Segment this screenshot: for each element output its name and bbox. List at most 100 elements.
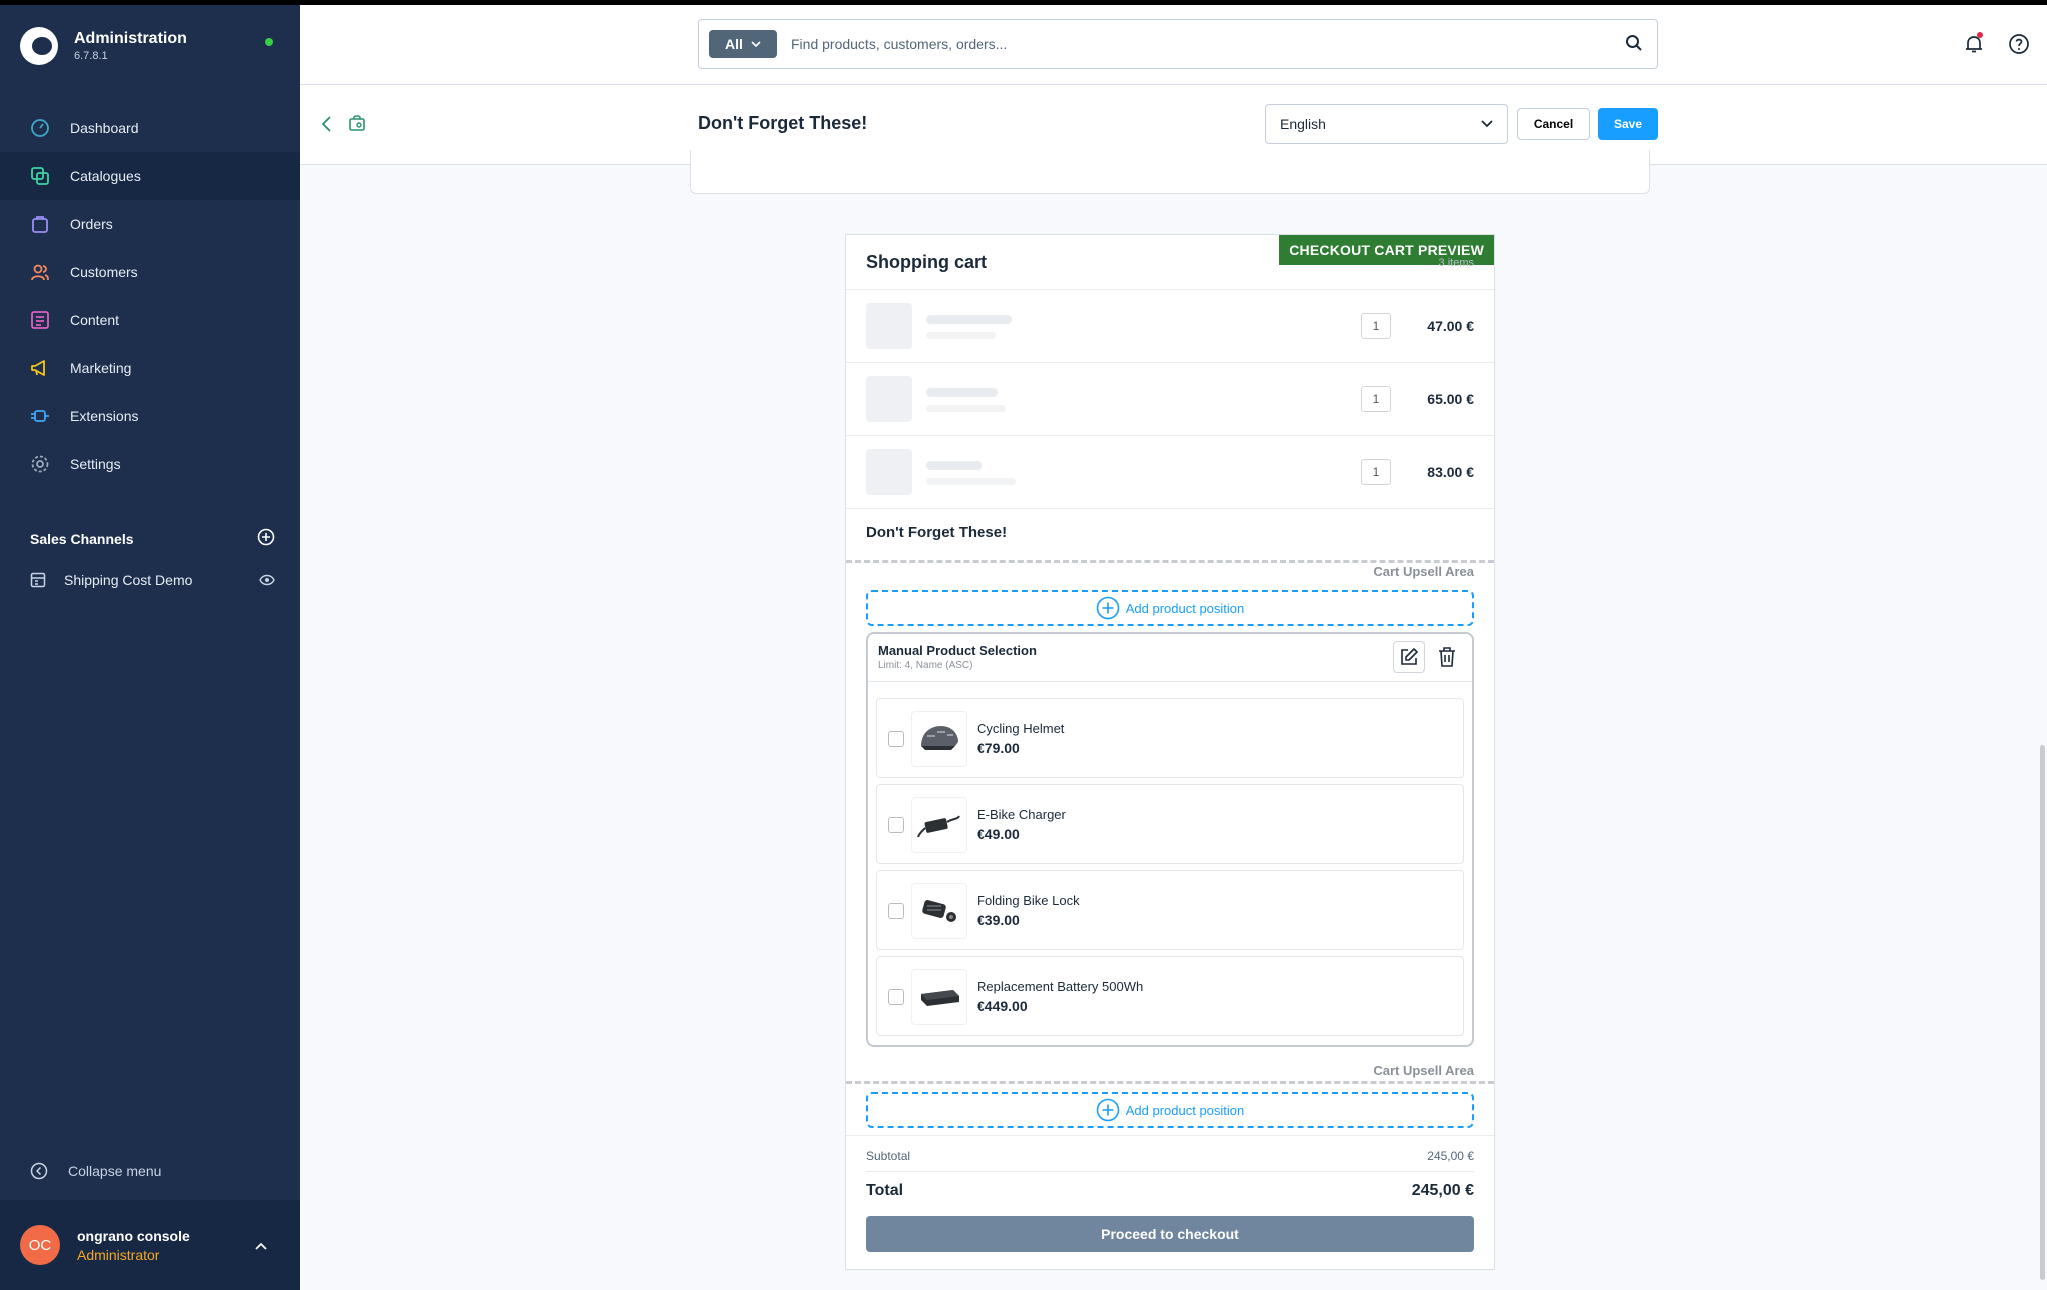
add-product-position-button[interactable]: Add product position [866, 590, 1474, 626]
user-name: ongrano console [77, 1227, 190, 1244]
proceed-to-checkout-button[interactable]: Proceed to checkout [866, 1216, 1474, 1252]
edit-button[interactable] [1393, 641, 1425, 673]
manual-selection-subtitle: Limit: 4, Name (ASC) [878, 660, 973, 671]
nav-item-content[interactable]: Content [0, 296, 300, 344]
nav-item-settings[interactable]: Settings [0, 440, 300, 488]
product-price: €39.00 [977, 912, 1020, 928]
plus-circle-icon [1096, 1098, 1120, 1122]
app-title: Administration [74, 30, 187, 47]
language-select[interactable]: English [1265, 104, 1508, 144]
plus-circle-icon [1096, 596, 1120, 620]
shopping-bag-icon [348, 114, 366, 137]
sales-channel-item[interactable]: Shipping Cost Demo [30, 572, 275, 588]
chevron-down-icon [751, 41, 761, 47]
search-icon[interactable] [1625, 34, 1643, 57]
shopware-logo-icon [20, 27, 58, 65]
image-placeholder [866, 449, 912, 495]
edit-icon [1399, 647, 1419, 667]
marketing-icon [30, 358, 50, 378]
save-button[interactable]: Save [1598, 108, 1658, 140]
product-checkbox[interactable] [888, 989, 904, 1005]
bell-icon[interactable] [1964, 32, 1984, 59]
settings-card [690, 150, 1650, 194]
nav-label: Orders [70, 216, 113, 232]
row-price: 65.00 € [1427, 391, 1474, 407]
product-checkbox[interactable] [888, 817, 904, 833]
total-row: Total 245,00 € [866, 1182, 1474, 1200]
product-price: €449.00 [977, 998, 1028, 1014]
dashboard-icon [30, 118, 50, 138]
text-placeholder [926, 332, 996, 339]
manual-selection-header: Manual Product Selection Limit: 4, Name … [868, 634, 1472, 682]
settings-icon [30, 454, 50, 474]
extensions-icon [30, 406, 50, 426]
catalogue-icon [30, 166, 50, 186]
charger-image [911, 797, 967, 853]
text-placeholder [926, 315, 1012, 324]
cancel-button[interactable]: Cancel [1517, 108, 1590, 140]
nav-label: Customers [70, 264, 138, 280]
text-placeholder [926, 461, 982, 470]
search-input[interactable] [791, 36, 1591, 52]
add-position-label: Add product position [1125, 1102, 1245, 1118]
nav-item-dashboard[interactable]: Dashboard [0, 104, 300, 152]
collapse-label: Collapse menu [68, 1163, 162, 1179]
divider [866, 1171, 1474, 1172]
product-card[interactable]: Folding Bike Lock €39.00 [876, 870, 1464, 950]
product-checkbox[interactable] [888, 903, 904, 919]
language-value: English [1280, 116, 1326, 132]
add-product-position-button[interactable]: Add product position [866, 1092, 1474, 1128]
main-nav: Dashboard Catalogues Orders Customers Co… [0, 104, 300, 488]
nav-item-marketing[interactable]: Marketing [0, 344, 300, 392]
global-header: All [300, 5, 2047, 85]
product-checkbox[interactable] [888, 731, 904, 747]
nav-item-customers[interactable]: Customers [0, 248, 300, 296]
product-price: €49.00 [977, 826, 1020, 842]
product-name: Cycling Helmet [977, 721, 1065, 736]
image-placeholder [866, 303, 912, 349]
product-name: E-Bike Charger [977, 807, 1066, 822]
brand[interactable]: Administration 6.7.8.1 [20, 27, 187, 65]
product-name: Replacement Battery 500Wh [977, 979, 1144, 994]
nav-label: Extensions [70, 408, 139, 424]
help-icon[interactable] [2008, 33, 2030, 60]
row-price: 83.00 € [1427, 464, 1474, 480]
collapse-menu-button[interactable]: Collapse menu [30, 1162, 161, 1180]
product-card[interactable]: Replacement Battery 500Wh €449.00 [876, 956, 1464, 1036]
cart-row: 1 65.00 € [846, 363, 1494, 435]
quantity-field[interactable]: 1 [1361, 313, 1391, 339]
nav-item-orders[interactable]: Orders [0, 200, 300, 248]
helmet-image [911, 711, 967, 767]
manual-product-selection: Manual Product Selection Limit: 4, Name … [866, 632, 1474, 1047]
add-position-label: Add product position [1125, 600, 1245, 616]
search-scope-select[interactable]: All [709, 30, 777, 58]
nav-label: Settings [70, 456, 121, 472]
divider [846, 1135, 1494, 1136]
app-version: 6.7.8.1 [74, 50, 108, 62]
product-price: €79.00 [977, 740, 1020, 756]
divider [846, 508, 1494, 509]
delete-button[interactable] [1431, 641, 1463, 673]
upsell-area-label: Cart Upsell Area [1373, 1063, 1474, 1078]
nav-label: Catalogues [70, 168, 141, 184]
product-card[interactable]: E-Bike Charger €49.00 [876, 784, 1464, 864]
quantity-field[interactable]: 1 [1361, 459, 1391, 485]
sidebar: Administration 6.7.8.1 Dashboard Catalog… [0, 5, 300, 1290]
nav-label: Marketing [70, 360, 132, 376]
chevron-up-icon[interactable] [255, 1237, 267, 1255]
collapse-icon [30, 1162, 48, 1180]
add-sales-channel-icon[interactable] [257, 528, 275, 549]
upsell-area-border [846, 1081, 1494, 1084]
row-price: 47.00 € [1427, 318, 1474, 334]
nav-item-catalogues[interactable]: Catalogues [0, 152, 300, 200]
eye-icon[interactable] [259, 574, 275, 586]
user-profile[interactable]: OC ongrano console Administrator [0, 1200, 300, 1290]
back-arrow-icon[interactable] [320, 115, 332, 138]
notification-dot [1977, 32, 1983, 38]
product-card[interactable]: Cycling Helmet €79.00 [876, 698, 1464, 778]
quantity-field[interactable]: 1 [1361, 386, 1391, 412]
page-scrollbar[interactable] [2040, 745, 2045, 1280]
global-search: All [698, 19, 1658, 69]
nav-item-extensions[interactable]: Extensions [0, 392, 300, 440]
total-label: Total [866, 1182, 904, 1199]
